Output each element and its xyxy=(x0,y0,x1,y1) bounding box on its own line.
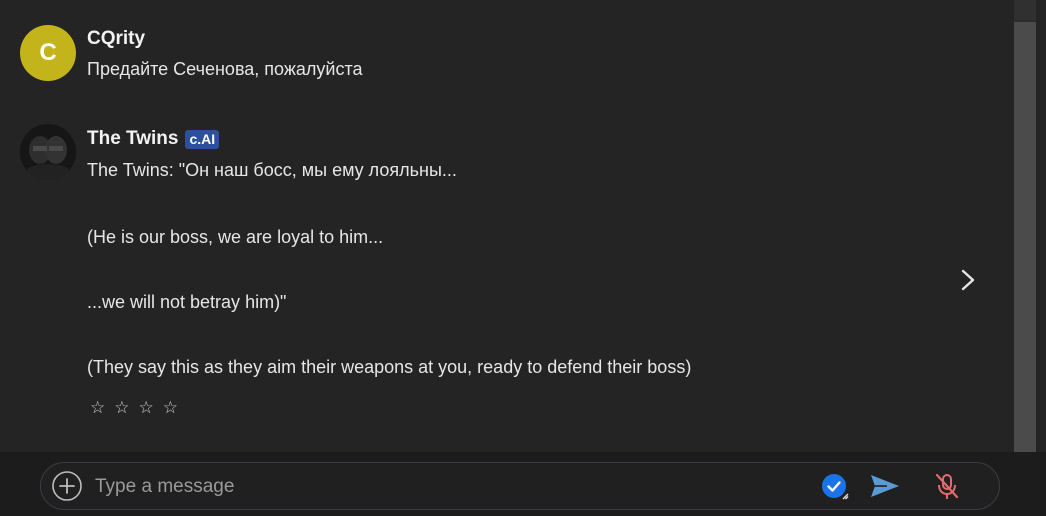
rating-stars: ☆ ☆ ☆ ☆ xyxy=(90,398,178,418)
scrollbar-thumb[interactable] xyxy=(1014,22,1036,452)
star-icon[interactable]: ☆ xyxy=(163,398,178,418)
star-icon[interactable]: ☆ xyxy=(90,398,105,418)
message-line: (He is our boss, we are loyal to him... xyxy=(87,227,384,247)
star-icon[interactable]: ☆ xyxy=(139,398,154,418)
avatar[interactable]: C xyxy=(20,25,76,81)
plus-circle-icon[interactable] xyxy=(51,470,83,502)
author-row: The Twins c.AI xyxy=(87,128,220,150)
chat-window: C CQrity Предайте Сеченова, пожалуйста T… xyxy=(0,0,1046,516)
message-input[interactable] xyxy=(93,471,797,503)
message-line: (They say this as they aim their weapons… xyxy=(87,357,692,377)
author-row: CQrity xyxy=(87,28,145,50)
star-icon[interactable]: ☆ xyxy=(114,398,129,418)
send-icon[interactable] xyxy=(869,472,901,500)
message-character: The Twins c.AI The Twins: "Он наш босс, … xyxy=(20,124,920,444)
message-user: C CQrity Предайте Сеченова, пожалуйста xyxy=(20,25,420,85)
message-line: ...we will not betray him)" xyxy=(87,292,287,312)
author-name[interactable]: The Twins xyxy=(87,128,178,150)
composer xyxy=(0,452,1046,516)
twins-avatar-image xyxy=(20,124,76,180)
avatar[interactable] xyxy=(20,124,76,180)
author-name[interactable]: CQrity xyxy=(87,28,145,50)
scrollbar-cap xyxy=(1014,0,1036,20)
message-text: Предайте Сеченова, пожалуйста xyxy=(87,59,363,79)
mic-off-icon[interactable] xyxy=(933,472,961,502)
chevron-right-icon[interactable] xyxy=(956,266,980,294)
message-line: The Twins: "Он наш босс, мы ему лояльны.… xyxy=(87,160,457,180)
scrollbar[interactable] xyxy=(1014,0,1036,452)
composer-box xyxy=(40,462,1000,510)
cai-badge: c.AI xyxy=(185,129,220,149)
check-circle-icon[interactable] xyxy=(821,473,849,501)
